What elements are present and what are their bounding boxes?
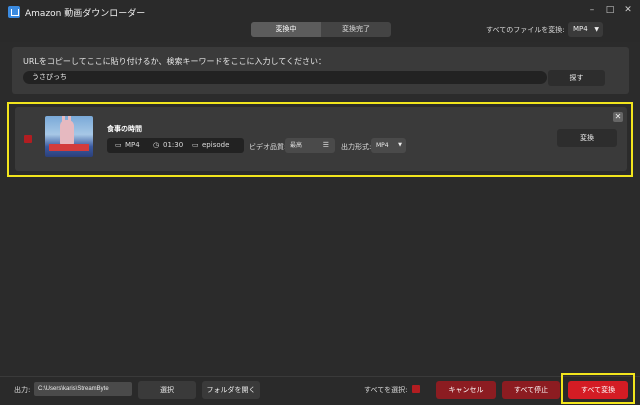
url-search-input[interactable] [23, 71, 547, 84]
clock-icon: ◷ [153, 141, 160, 149]
output-format-label: 出力形式: [341, 143, 372, 151]
item-title: 食事の時間 [107, 125, 142, 133]
remove-item-close-icon[interactable]: ✕ [613, 112, 623, 122]
thumbnail-table [49, 144, 89, 151]
convert-all-highlight-frame [561, 373, 635, 404]
episode-icon: ▭ [192, 141, 199, 149]
maximize-icon[interactable]: □ [604, 4, 616, 16]
tab-bar: 変換中 変換完了 [251, 22, 391, 37]
chevron-down-icon: ▼ [398, 142, 402, 148]
global-format-value: MP4 [573, 25, 588, 33]
item-format: MP4 [125, 141, 140, 149]
quality-select[interactable]: 最高 ☰ [285, 138, 335, 153]
convert-button[interactable]: 変換 [557, 129, 617, 147]
url-prompt: URLをコピーしてここに貼り付けるか、検索キーワードをここに入力してください： [23, 57, 326, 66]
stop-all-button[interactable]: すべて停止 [502, 381, 560, 399]
thumbnail-character [60, 116, 74, 146]
select-all-checkbox[interactable] [412, 385, 420, 393]
search-button[interactable]: 探す [548, 70, 605, 86]
quality-label: ビデオ品質: [249, 143, 287, 151]
item-meta: ▭ MP4 ◷ 01:30 ▭ episode [107, 138, 244, 153]
item-checkbox[interactable] [24, 135, 32, 143]
global-format-select[interactable]: MP4 ▼ [568, 22, 603, 37]
app-icon [8, 6, 20, 18]
minimize-icon[interactable]: – [586, 4, 598, 16]
output-format-value: MP4 [376, 142, 389, 149]
list-icon: ☰ [322, 141, 329, 149]
output-format-select[interactable]: MP4 ▼ [371, 138, 406, 153]
cancel-button[interactable]: キャンセル [436, 381, 496, 399]
convert-all-files-label: すべてのファイルを変換: [486, 26, 565, 34]
close-icon[interactable]: ✕ [622, 4, 634, 16]
select-all-label: すべてを選択: [364, 386, 408, 394]
output-path-field[interactable] [34, 382, 132, 396]
url-panel: URLをコピーしてここに貼り付けるか、検索キーワードをここに入力してください： … [12, 47, 629, 94]
window-controls: – □ ✕ [586, 4, 634, 16]
tab-converting[interactable]: 変換中 [251, 22, 321, 37]
item-duration: 01:30 [163, 141, 184, 149]
video-icon: ▭ [115, 141, 122, 149]
quality-value: 最高 [290, 142, 303, 149]
video-thumbnail [45, 116, 93, 157]
open-folder-button[interactable]: フォルダを開く [202, 381, 260, 399]
output-label: 出力: [14, 386, 31, 394]
item-type: episode [202, 141, 230, 149]
chevron-down-icon: ▼ [594, 26, 599, 33]
app-title: Amazon 動画ダウンローダー [25, 9, 146, 19]
tab-completed[interactable]: 変換完了 [321, 22, 391, 37]
select-folder-button[interactable]: 選択 [138, 381, 196, 399]
